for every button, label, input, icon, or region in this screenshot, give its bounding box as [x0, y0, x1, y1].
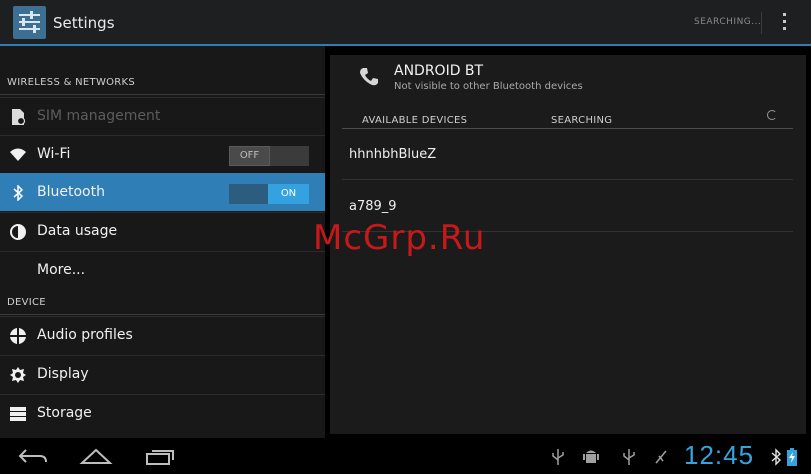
- settings-item-bluetooth[interactable]: Bluetooth ON: [0, 173, 325, 211]
- overflow-menu-icon[interactable]: [783, 13, 787, 33]
- signal-icon: [655, 450, 667, 464]
- search-status: SEARCHING...: [694, 17, 762, 27]
- list-divider: [342, 179, 793, 180]
- back-icon[interactable]: [16, 446, 50, 466]
- audio-profiles-icon: [10, 328, 26, 344]
- settings-item-data-usage[interactable]: Data usage: [0, 212, 325, 250]
- settings-item-label: Audio profiles: [37, 327, 133, 343]
- settings-item-storage[interactable]: Storage: [0, 394, 325, 432]
- settings-item-label: Bluetooth: [37, 184, 105, 200]
- settings-item-audio-profiles[interactable]: Audio profiles: [0, 316, 325, 354]
- data-usage-icon: [10, 224, 26, 240]
- system-bar: 12:45: [0, 438, 811, 474]
- usb-icon: [552, 449, 564, 465]
- display-icon: [10, 367, 26, 383]
- settings-item-wifi[interactable]: Wi-Fi OFF: [0, 135, 325, 173]
- available-devices-header: AVAILABLE DEVICES: [362, 115, 468, 126]
- section-divider: [0, 314, 325, 315]
- settings-item-label: Data usage: [37, 223, 118, 239]
- device-name[interactable]: ANDROID BT: [394, 63, 483, 79]
- settings-item-display[interactable]: Display: [0, 355, 325, 393]
- toggle-off-label: OFF: [229, 146, 270, 166]
- android-debug-icon: [583, 450, 599, 463]
- toggle-on-label: ON: [268, 184, 309, 204]
- device-list-item[interactable]: hhnhbhBlueZ: [349, 147, 436, 162]
- settings-item-sim-management: SIM management: [0, 97, 325, 135]
- settings-item-label: Wi-Fi: [37, 146, 71, 162]
- section-header-device: DEVICE: [7, 297, 46, 308]
- recent-apps-icon[interactable]: [143, 446, 177, 466]
- settings-app-icon[interactable]: [13, 6, 46, 39]
- home-icon[interactable]: [79, 446, 113, 466]
- progress-spinner-icon: [767, 110, 777, 120]
- visibility-status: Not visible to other Bluetooth devices: [394, 81, 583, 92]
- action-bar: Settings SEARCHING...: [0, 0, 811, 46]
- bluetooth-status-icon: [771, 448, 782, 466]
- settings-item-label: SIM management: [37, 108, 161, 124]
- section-header-wireless: WIRELESS & NETWORKS: [7, 77, 136, 88]
- wifi-toggle[interactable]: OFF: [229, 146, 309, 166]
- usb-icon: [623, 449, 635, 465]
- phone-icon: [360, 68, 378, 86]
- bluetooth-toggle[interactable]: ON: [229, 184, 309, 204]
- wifi-icon: [10, 148, 26, 161]
- settings-item-label: Display: [37, 366, 89, 382]
- action-bar-divider: [761, 12, 762, 34]
- searching-label: SEARCHING: [551, 115, 613, 126]
- clock[interactable]: 12:45: [684, 440, 754, 471]
- settings-list: WIRELESS & NETWORKS SIM management Wi-Fi…: [0, 46, 325, 438]
- device-list-item[interactable]: a789_9: [349, 199, 397, 214]
- watermark-text: McGrp.Ru: [313, 218, 486, 258]
- settings-item-more[interactable]: More...: [0, 251, 325, 289]
- battery-charging-icon: [787, 448, 797, 466]
- settings-item-label: More...: [37, 262, 86, 278]
- storage-icon: [10, 407, 26, 421]
- section-divider: [342, 128, 793, 129]
- section-divider: [0, 94, 325, 95]
- app-title: Settings: [53, 14, 115, 32]
- settings-item-label: Storage: [37, 405, 92, 421]
- sim-icon: [12, 109, 26, 125]
- bluetooth-icon: [13, 185, 24, 201]
